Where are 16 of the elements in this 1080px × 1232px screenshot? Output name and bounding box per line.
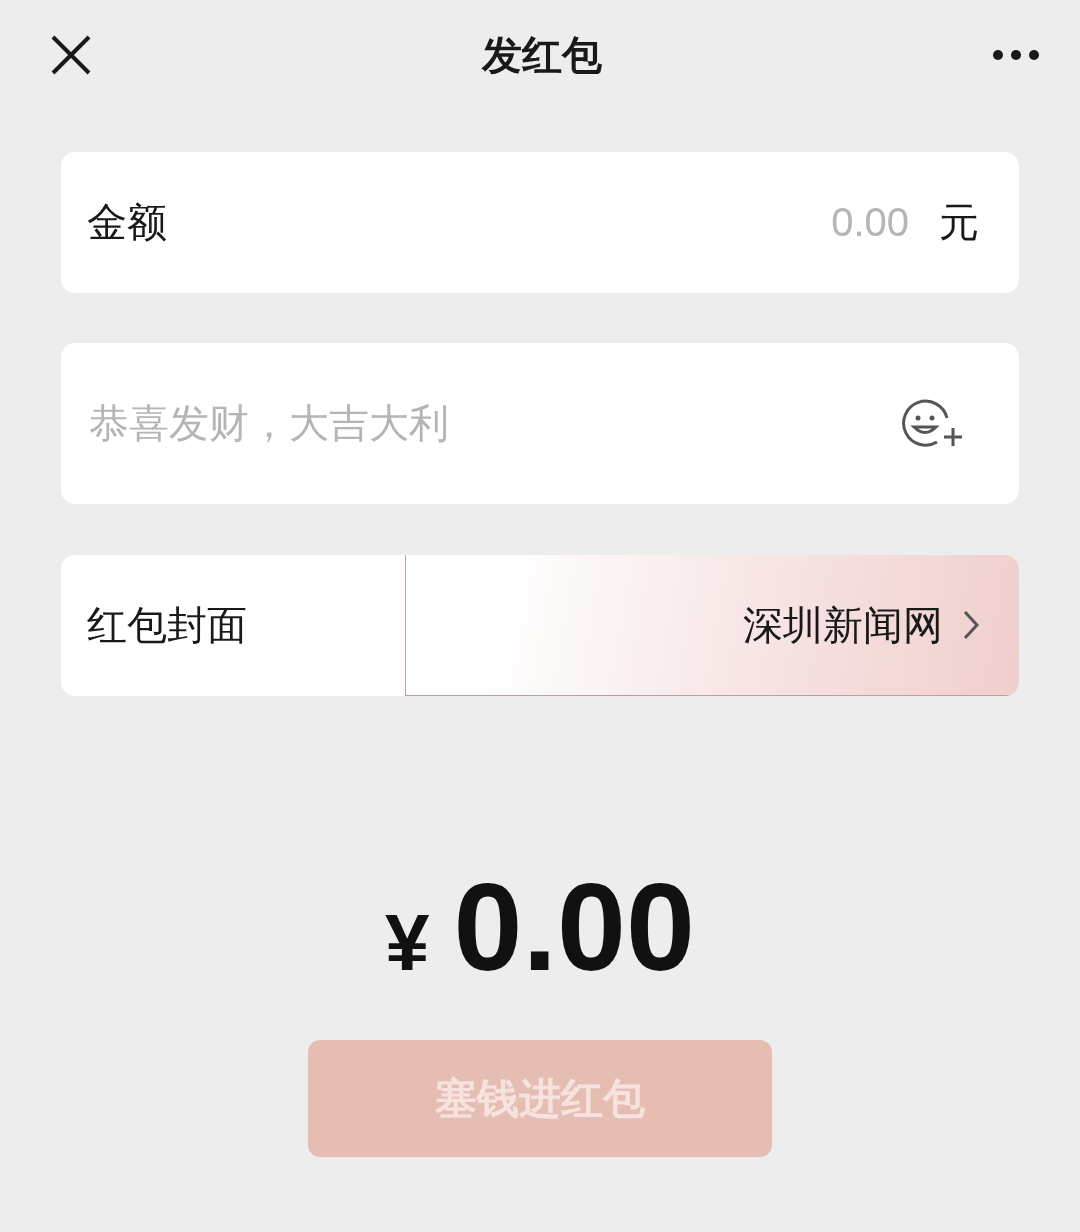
currency-unit: 元 (939, 199, 979, 246)
close-button[interactable] (50, 34, 92, 76)
cover-selector[interactable]: 深圳新闻网 (405, 555, 1019, 696)
amount-field[interactable]: 金额 0.00 元 (61, 152, 1019, 293)
amount-label: 金额 (87, 199, 167, 246)
total-amount: 0.00 (453, 857, 695, 998)
more-icon (992, 49, 1040, 61)
amount-input[interactable]: 0.00 (167, 199, 911, 246)
greeting-input[interactable]: 恭喜发财，大吉大利 (87, 400, 901, 447)
greeting-field[interactable]: 恭喜发财，大吉大利 (61, 343, 1019, 504)
cover-label: 红包封面 (87, 602, 248, 649)
close-icon (50, 34, 92, 76)
page-title: 发红包 (482, 31, 602, 79)
more-button[interactable] (992, 49, 1040, 61)
currency-symbol: ¥ (385, 897, 430, 989)
chevron-right-icon (963, 610, 979, 640)
